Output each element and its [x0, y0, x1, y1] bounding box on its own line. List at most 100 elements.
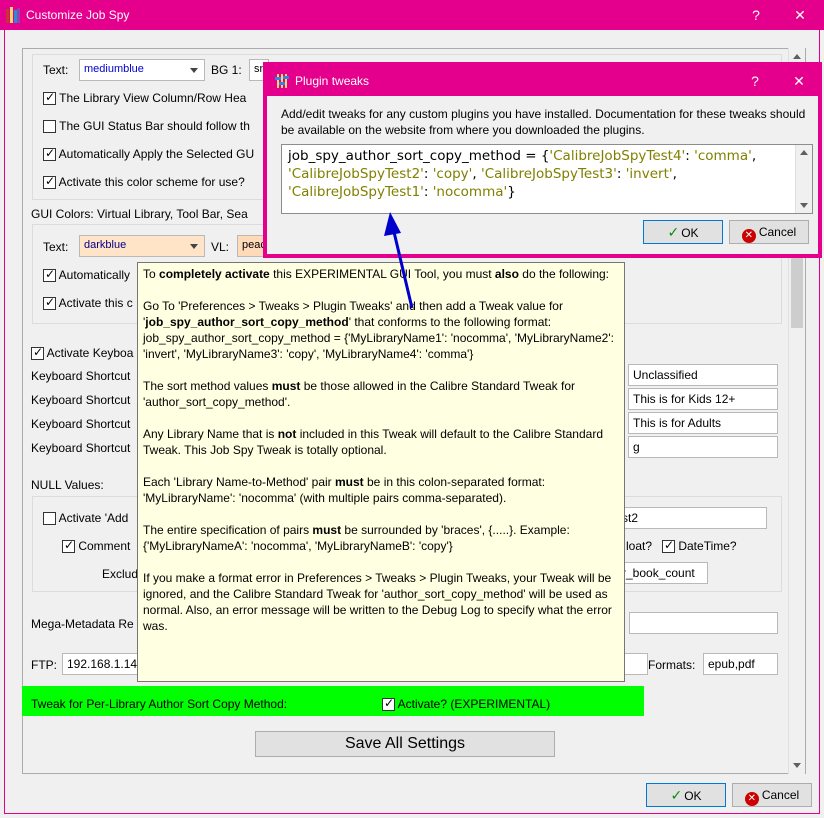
chevron-down-icon — [190, 68, 198, 73]
null-values-heading: NULL Values: — [31, 478, 104, 492]
check-label: Activate? (EXPERIMENTAL) — [397, 697, 551, 711]
checkbox[interactable] — [43, 512, 56, 526]
shortcut-field-4[interactable]: g — [628, 436, 778, 458]
ok-label: OK — [681, 226, 699, 240]
plugin-tweaks-titlebar: Plugin tweaks ? ✕ — [267, 66, 818, 96]
checkbox[interactable] — [43, 120, 56, 134]
scroll-down-icon[interactable] — [800, 203, 808, 208]
checkbox[interactable] — [382, 696, 395, 712]
check-label: Activate Keyboa — [46, 346, 134, 360]
check-label: The Library View Column/Row Hea — [59, 91, 247, 105]
plugin-tweaks-dialog: Plugin tweaks ? ✕ Add/edit tweaks for an… — [263, 62, 822, 258]
help-button[interactable]: ? — [736, 0, 776, 30]
text-color-label: Text: — [43, 63, 69, 77]
keyboard-shortcut-label: Keyboard Shortcut — [31, 369, 131, 383]
cancel-icon: ✕ — [741, 229, 756, 243]
check-label: DateTime? — [678, 539, 737, 553]
activation-tooltip: To completely activate this EXPERIMENTAL… — [137, 262, 625, 682]
save-all-settings-button[interactable]: Save All Settings — [255, 731, 555, 757]
plugin-tweaks-title: Plugin tweaks — [295, 74, 370, 88]
gui-text-label: Text: — [43, 240, 69, 254]
checkbox[interactable] — [43, 90, 56, 106]
check-label: Automatically Apply the Selected GU — [58, 147, 255, 161]
tweak-sliders-icon — [275, 74, 289, 88]
check-label: The GUI Status Bar should follow th — [59, 119, 250, 133]
comment-check-row[interactable]: Comment — [62, 538, 131, 554]
window-title: Customize Job Spy — [26, 8, 130, 22]
text-color-combo[interactable]: mediumblue — [79, 59, 205, 81]
keyboard-shortcut-label: Keyboard Shortcut — [31, 441, 131, 455]
checkbox[interactable] — [43, 146, 56, 162]
tooltip-para-6: The entire specification of pairs must b… — [143, 523, 570, 553]
editor-scrollbar[interactable] — [795, 145, 812, 213]
checkbox[interactable] — [62, 538, 75, 554]
ftp-label: FTP: — [31, 658, 57, 672]
checkmark-icon: ✓ — [670, 787, 683, 803]
formats-field[interactable]: epub,pdf — [703, 653, 778, 675]
checkbox[interactable] — [43, 295, 56, 311]
check-label: Activate this c — [58, 296, 133, 310]
shortcut-field-2[interactable]: This is for Kids 12+ — [628, 388, 778, 410]
datetime-check-row[interactable]: DateTime? — [662, 538, 737, 554]
tweak-editor[interactable]: job_spy_author_sort_copy_method = {'Cali… — [281, 144, 813, 214]
cancel-label: Cancel — [758, 225, 797, 239]
text-color-value: mediumblue — [84, 63, 144, 75]
tooltip-para-5: Each 'Library Name-to-Method' pair must … — [143, 475, 546, 505]
vl-label: VL: — [211, 240, 230, 254]
cancel-icon: ✕ — [744, 792, 759, 806]
dialog-ok-button[interactable]: ✓ OK — [643, 220, 723, 244]
scroll-up-icon[interactable] — [793, 54, 801, 59]
dialog-help-button[interactable]: ? — [735, 66, 775, 96]
exclude-label: Exclud — [102, 567, 139, 581]
checkbox[interactable] — [43, 174, 56, 190]
null-activate-row[interactable]: Activate 'Add — [43, 511, 129, 526]
tooltip-para-1: To completely activate this EXPERIMENTAL… — [143, 267, 609, 281]
tooltip-para-3: The sort method values must be those all… — [143, 379, 576, 409]
check-row-3[interactable]: Automatically Apply the Selected GU — [43, 146, 255, 162]
checkbox[interactable] — [31, 345, 44, 361]
check-label: Comment — [78, 539, 131, 553]
gui-check-1[interactable]: Automatically — [43, 267, 131, 283]
keyboard-shortcut-label: Keyboard Shortcut — [31, 417, 131, 431]
dialog-close-button[interactable]: ✕ — [779, 66, 819, 96]
bg1-label: BG 1: — [211, 63, 242, 77]
check-label: Automatically — [58, 268, 131, 282]
check-row-2[interactable]: The GUI Status Bar should follow th — [43, 119, 250, 134]
tooltip-para-4: Any Library Name that is not included in… — [143, 427, 603, 457]
shortcut-field-1[interactable]: Unclassified — [628, 364, 778, 386]
check-row-1[interactable]: The Library View Column/Row Hea — [43, 90, 247, 106]
close-button[interactable]: ✕ — [780, 0, 820, 30]
scroll-up-icon[interactable] — [800, 150, 808, 155]
gui-check-2[interactable]: Activate this c — [43, 295, 133, 311]
cancel-button[interactable]: ✕ Cancel — [732, 783, 812, 807]
dialog-cancel-button[interactable]: ✕ Cancel — [729, 220, 809, 244]
gui-text-combo[interactable]: darkblue — [79, 235, 205, 257]
author-sort-tweak-label: Tweak for Per-Library Author Sort Copy M… — [31, 697, 288, 711]
mega-metadata-field[interactable] — [629, 612, 778, 634]
plugin-tweaks-description: Add/edit tweaks for any custom plugins y… — [281, 107, 806, 137]
check-row-4[interactable]: Activate this color scheme for use? — [43, 174, 245, 190]
check-label: Activate 'Add — [58, 511, 129, 525]
ok-label: OK — [684, 789, 702, 803]
window-titlebar: Customize Job Spy ? ✕ — [0, 0, 824, 30]
keyboard-shortcut-label: Keyboard Shortcut — [31, 393, 131, 407]
chevron-down-icon — [190, 244, 198, 249]
scroll-down-icon[interactable] — [793, 763, 801, 768]
checkbox[interactable] — [43, 267, 56, 283]
checkbox[interactable] — [662, 538, 675, 554]
tooltip-para-2: Go To 'Preferences > Tweaks > Plugin Twe… — [143, 299, 614, 361]
keyboard-activate-row[interactable]: Activate Keyboa — [31, 345, 134, 361]
mega-metadata-label: Mega-Metadata Re — [31, 617, 134, 631]
shortcut-field-3[interactable]: This is for Adults — [628, 412, 778, 434]
experimental-activate-row[interactable]: Activate? (EXPERIMENTAL) — [382, 696, 551, 712]
exclude-field[interactable]: r_book_count — [617, 562, 708, 584]
null-test-field[interactable]: st2 — [617, 507, 767, 529]
cancel-label: Cancel — [761, 788, 800, 802]
ok-button[interactable]: ✓ OK — [646, 783, 726, 807]
check-label: Activate this color scheme for use? — [58, 175, 245, 189]
checkmark-icon: ✓ — [667, 224, 680, 240]
gui-colors-heading: GUI Colors: Virtual Library, Tool Bar, S… — [31, 207, 248, 221]
calibre-books-icon — [6, 7, 20, 23]
float-label: loat? — [626, 539, 653, 553]
gui-text-value: darkblue — [84, 239, 127, 251]
